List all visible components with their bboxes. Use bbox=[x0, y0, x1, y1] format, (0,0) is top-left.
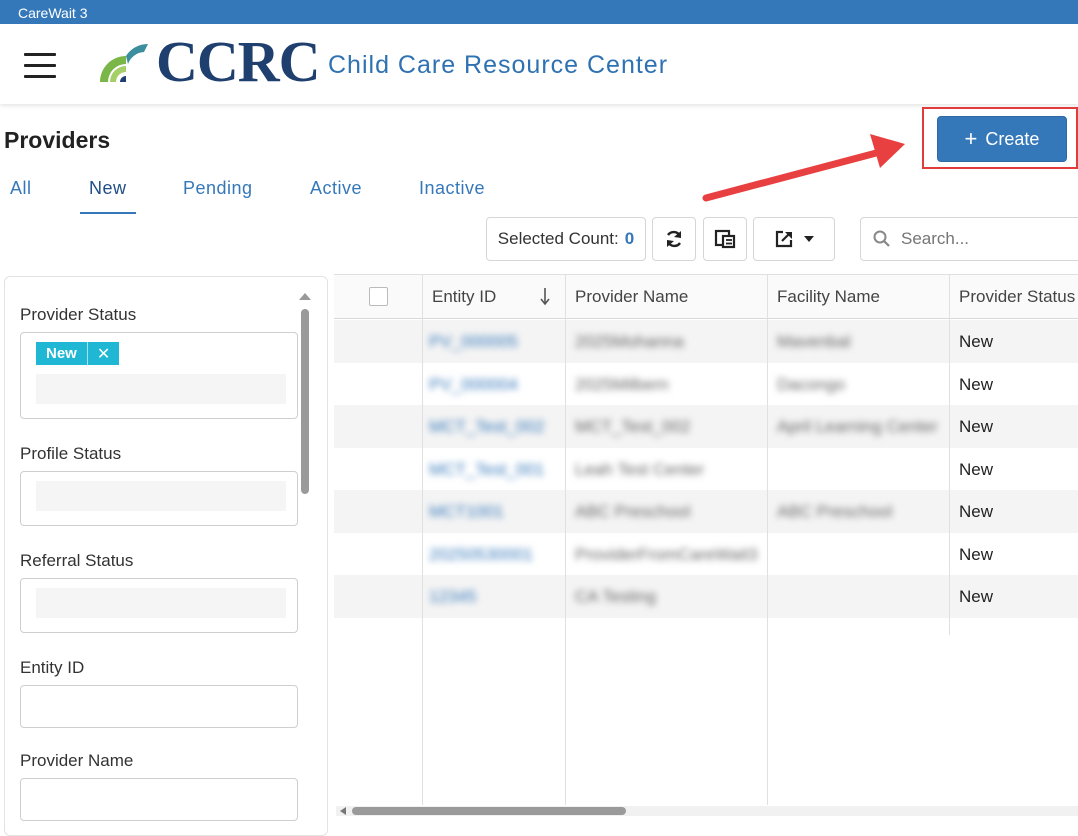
select-all-checkbox[interactable] bbox=[369, 287, 388, 306]
active-tab-indicator bbox=[80, 212, 136, 214]
table-row[interactable]: MCT1001 ABC Preschool ABC Preschool New bbox=[334, 490, 1078, 533]
refresh-icon bbox=[666, 230, 682, 248]
cell-provider-status: New bbox=[959, 417, 994, 436]
filter-label-provider-status: Provider Status bbox=[20, 305, 137, 324]
cell-facility-name: Mavenbal bbox=[777, 332, 851, 351]
selected-count-value: 0 bbox=[624, 229, 635, 248]
cell-provider-status: New bbox=[959, 545, 994, 564]
cell-facility-name: Dacongo bbox=[777, 375, 846, 394]
cell-provider-name: ProviderFromCareWait3 bbox=[575, 545, 758, 564]
filter-label-provider-name: Provider Name bbox=[20, 751, 134, 770]
brand-wordmark: CCRC bbox=[156, 29, 321, 94]
cell-entity-id[interactable]: PV_000005 bbox=[429, 332, 518, 352]
sort-down-arrow-icon[interactable] bbox=[539, 287, 551, 307]
tab-inactive[interactable]: Inactive bbox=[419, 178, 485, 199]
tab-pending[interactable]: Pending bbox=[183, 178, 253, 199]
cell-provider-status: New bbox=[959, 375, 994, 394]
export-dropdown-button[interactable] bbox=[753, 217, 835, 261]
chip-label: New bbox=[36, 342, 88, 365]
search-input[interactable] bbox=[901, 229, 1061, 249]
cell-provider-name: 2025Mohanna bbox=[575, 332, 684, 351]
filter-label-referral-status: Referral Status bbox=[20, 551, 134, 570]
app-title: CareWait 3 bbox=[18, 5, 88, 21]
table-row[interactable]: 20250530001 ProviderFromCareWait3 New bbox=[334, 533, 1078, 576]
cell-provider-name: Leah Test Center bbox=[575, 460, 705, 479]
cell-provider-name: MCT_Test_002 bbox=[575, 417, 691, 436]
providers-grid: Entity ID Provider Name Facility Name Pr… bbox=[334, 274, 1078, 820]
provider-name-field[interactable] bbox=[20, 778, 298, 821]
tab-all[interactable]: All bbox=[10, 178, 32, 199]
grid-header: Entity ID Provider Name Facility Name Pr… bbox=[334, 275, 1078, 319]
cell-provider-status: New bbox=[959, 502, 994, 521]
columns-icon bbox=[714, 229, 736, 249]
cell-provider-name: ABC Preschool bbox=[575, 502, 691, 521]
page-title: Providers bbox=[4, 127, 111, 153]
cell-entity-id[interactable]: MCT1001 bbox=[429, 502, 504, 522]
annotation-arrow-icon bbox=[702, 134, 905, 202]
create-button[interactable]: + Create bbox=[937, 116, 1067, 162]
refresh-button[interactable] bbox=[652, 217, 696, 261]
cell-facility-name: ABC Preschool bbox=[777, 502, 893, 521]
cell-entity-id[interactable]: MCT_Test_002 bbox=[429, 417, 544, 437]
cell-provider-name: CA Testing bbox=[575, 587, 656, 606]
brand-subtitle: Child Care Resource Center bbox=[328, 51, 669, 79]
entity-id-field[interactable] bbox=[20, 685, 298, 728]
grid-horizontal-scrollbar[interactable] bbox=[336, 806, 1078, 816]
search-icon bbox=[873, 230, 890, 247]
scroll-left-arrow-icon[interactable] bbox=[340, 807, 346, 815]
hamburger-menu-icon[interactable] bbox=[24, 51, 58, 79]
scrollbar-thumb[interactable] bbox=[352, 807, 626, 815]
provider-status-multiselect[interactable]: New ✕ bbox=[20, 332, 298, 419]
table-row[interactable]: PV_000004 2025Milbern Dacongo New bbox=[334, 363, 1078, 406]
profile-status-multiselect[interactable] bbox=[20, 471, 298, 526]
header: CCRC Child Care Resource Center bbox=[0, 24, 1078, 104]
column-header-provider-name[interactable]: Provider Name bbox=[575, 287, 688, 307]
chip-remove-icon[interactable]: ✕ bbox=[88, 344, 119, 364]
create-button-label: Create bbox=[985, 128, 1040, 149]
table-row[interactable]: MCT_Test_001 Leah Test Center New bbox=[334, 448, 1078, 491]
cell-provider-status: New bbox=[959, 332, 994, 351]
cell-entity-id[interactable]: PV_000004 bbox=[429, 375, 518, 395]
filter-panel: Provider Status New ✕ Profile Status Ref… bbox=[4, 276, 328, 836]
column-header-entity-id[interactable]: Entity ID bbox=[432, 287, 496, 307]
cell-facility-name: April Learning Center bbox=[777, 417, 938, 436]
tab-active[interactable]: Active bbox=[310, 178, 362, 199]
cell-entity-id[interactable]: 12345 bbox=[429, 587, 476, 607]
column-header-provider-status[interactable]: Provider Status bbox=[959, 287, 1075, 307]
cell-entity-id[interactable]: 20250530001 bbox=[429, 545, 533, 565]
export-icon bbox=[775, 230, 793, 248]
chevron-down-icon bbox=[804, 236, 814, 242]
provider-status-input[interactable] bbox=[36, 374, 286, 404]
cell-provider-status: New bbox=[959, 587, 994, 606]
search-box[interactable] bbox=[860, 217, 1078, 261]
scroll-up-arrow-icon[interactable] bbox=[299, 293, 311, 300]
tab-new[interactable]: New bbox=[89, 178, 127, 199]
profile-status-input[interactable] bbox=[36, 481, 286, 511]
provider-status-chip: New ✕ bbox=[36, 342, 120, 365]
ccrc-logo-icon bbox=[100, 43, 148, 82]
columns-button[interactable] bbox=[703, 217, 747, 261]
referral-status-input[interactable] bbox=[36, 588, 286, 618]
cell-provider-name: 2025Milbern bbox=[575, 375, 669, 394]
cell-provider-status: New bbox=[959, 460, 994, 479]
table-row[interactable]: PV_000005 2025Mohanna Mavenbal New bbox=[334, 320, 1078, 363]
filter-panel-scrollbar[interactable] bbox=[301, 309, 309, 494]
table-row[interactable]: MCT_Test_002 MCT_Test_002 April Learning… bbox=[334, 405, 1078, 448]
selected-count-label: Selected Count: bbox=[497, 229, 619, 248]
plus-icon: + bbox=[964, 126, 978, 151]
cell-entity-id[interactable]: MCT_Test_001 bbox=[429, 460, 544, 480]
referral-status-multiselect[interactable] bbox=[20, 578, 298, 633]
table-row[interactable]: 12345 CA Testing New bbox=[334, 575, 1078, 618]
filter-label-profile-status: Profile Status bbox=[20, 444, 122, 463]
app-title-bar: CareWait 3 bbox=[0, 0, 1078, 24]
filter-label-entity-id: Entity ID bbox=[20, 658, 85, 677]
selected-count: Selected Count: 0 bbox=[486, 217, 646, 261]
column-header-facility-name[interactable]: Facility Name bbox=[777, 287, 880, 307]
